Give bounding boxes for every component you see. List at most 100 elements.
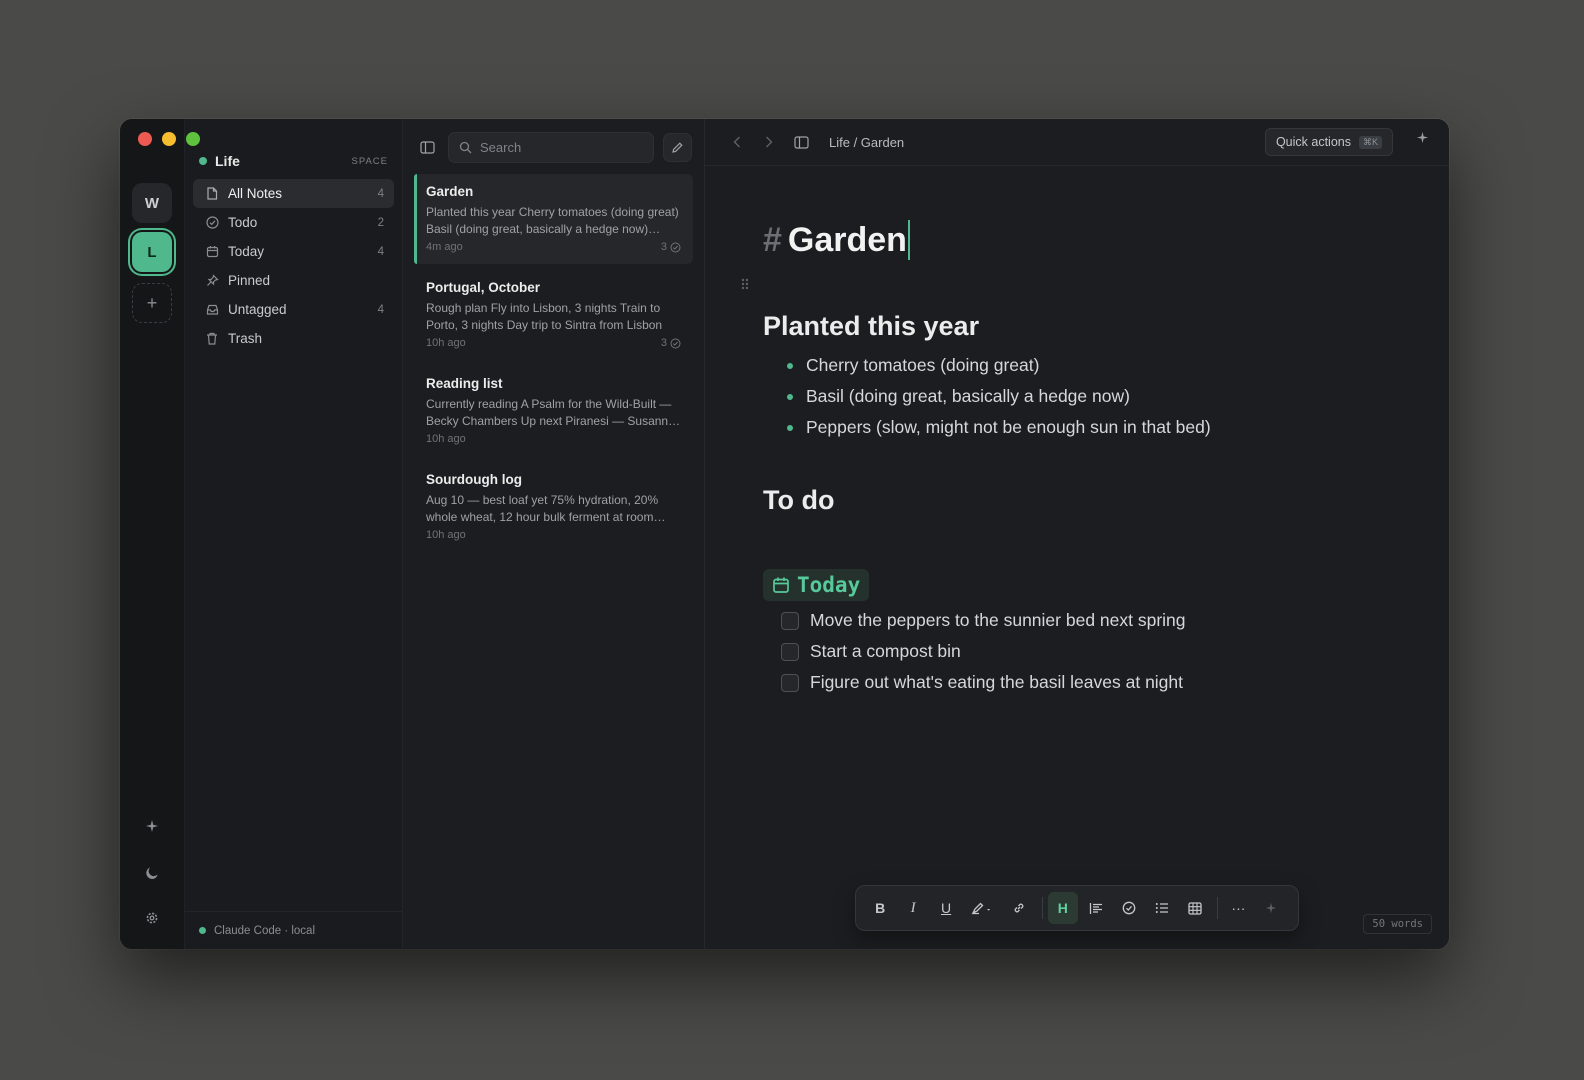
sidebar-item-count: 2 bbox=[377, 216, 384, 229]
sidebar-item-label: Todo bbox=[228, 215, 258, 230]
task-text[interactable]: Figure out what's eating the basil leave… bbox=[810, 672, 1183, 693]
shortcut-hint: ⌘K bbox=[1358, 135, 1382, 149]
new-note-button[interactable] bbox=[663, 132, 692, 162]
sidebar-item-label: Pinned bbox=[228, 273, 271, 288]
task-checkbox[interactable] bbox=[781, 642, 799, 661]
task-item: Move the peppers to the sunnier bed next… bbox=[763, 605, 1409, 636]
task-checkbox[interactable] bbox=[781, 673, 799, 692]
space-button-l[interactable]: L bbox=[132, 232, 172, 272]
note-time: 10h ago bbox=[426, 433, 466, 445]
traffic-lights bbox=[138, 132, 200, 146]
toggle-list-button[interactable] bbox=[789, 130, 813, 154]
section-heading-todo[interactable]: To do bbox=[763, 485, 1409, 516]
calendar-icon bbox=[205, 245, 219, 259]
app-window: W L + Life SPACE All Notes 4 Todo 2 Toda… bbox=[120, 119, 1449, 949]
sidebar-item-today[interactable]: Today 4 bbox=[193, 237, 394, 266]
text-caret bbox=[907, 220, 910, 260]
space-button-w[interactable]: W bbox=[132, 183, 172, 223]
sparkle-icon[interactable] bbox=[142, 816, 162, 836]
note-list-panel: Search Garden Planted this year Cherry t… bbox=[403, 119, 705, 949]
sidebar-item-count: 4 bbox=[377, 187, 384, 200]
gear-icon[interactable] bbox=[142, 908, 162, 928]
heading-button[interactable]: H bbox=[1047, 892, 1078, 924]
document[interactable]: # Garden Planted this year Cherry tomato… bbox=[763, 215, 1409, 698]
space-rail: W L + bbox=[120, 119, 185, 949]
drag-handle-icon[interactable] bbox=[740, 277, 750, 294]
sparkle-icon bbox=[1266, 902, 1277, 914]
connection-status-label: Claude Code · local bbox=[214, 924, 316, 937]
task-button[interactable] bbox=[1113, 892, 1143, 924]
connection-status-dot bbox=[199, 927, 206, 934]
add-space-button[interactable]: + bbox=[132, 283, 172, 323]
task-text[interactable]: Start a compost bin bbox=[810, 641, 961, 662]
note-check-count: 3 bbox=[660, 241, 667, 253]
editor-panel: Life / Garden Quick actions ⌘K # Garden … bbox=[705, 119, 1449, 949]
task-item: Figure out what's eating the basil leave… bbox=[763, 667, 1409, 698]
table-button[interactable] bbox=[1179, 892, 1209, 924]
back-button[interactable] bbox=[725, 130, 749, 154]
chevron-right-icon bbox=[766, 136, 773, 148]
sidebar-item-label: Untagged bbox=[228, 302, 287, 317]
table-icon bbox=[1187, 901, 1202, 915]
sparkle-icon bbox=[1416, 131, 1429, 144]
note-preview: Currently reading A Psalm for the Wild-B… bbox=[426, 397, 675, 428]
ai-assist-button[interactable] bbox=[1256, 892, 1286, 924]
bullet-list-button[interactable] bbox=[1146, 892, 1176, 924]
sidebar-item-all-notes[interactable]: All Notes 4 bbox=[193, 179, 394, 208]
note-time: 10h ago bbox=[426, 529, 466, 541]
sidebar-item-todo[interactable]: Todo 2 bbox=[193, 208, 394, 237]
note-item-reading-list[interactable]: Reading list Currently reading A Psalm f… bbox=[414, 366, 693, 456]
note-item-portugal[interactable]: Portugal, October Rough plan Fly into Li… bbox=[414, 270, 693, 360]
bullet-item[interactable]: Peppers (slow, might not be enough sun i… bbox=[763, 412, 1409, 443]
task-text[interactable]: Move the peppers to the sunnier bed next… bbox=[810, 610, 1186, 631]
bullet-list: Cherry tomatoes (doing great) Basil (doi… bbox=[763, 350, 1409, 443]
chevron-left-icon bbox=[733, 136, 740, 148]
link-icon bbox=[1014, 903, 1024, 913]
section-heading-planted[interactable]: Planted this year bbox=[763, 311, 1409, 342]
note-title: Reading list bbox=[426, 376, 503, 391]
align-button[interactable] bbox=[1080, 892, 1110, 924]
quick-actions-label: Quick actions bbox=[1275, 135, 1351, 149]
panel-icon bbox=[793, 135, 809, 149]
toggle-sidebar-button[interactable] bbox=[413, 133, 441, 161]
link-button[interactable] bbox=[1004, 892, 1034, 924]
space-header[interactable]: Life SPACE bbox=[199, 153, 388, 169]
sidebar-footer: Claude Code · local bbox=[185, 911, 402, 949]
italic-button[interactable]: I bbox=[898, 892, 928, 924]
space-name: Life bbox=[215, 153, 240, 169]
space-tag: SPACE bbox=[351, 155, 388, 167]
note-title: Garden bbox=[426, 184, 474, 199]
search-input[interactable]: Search bbox=[448, 131, 654, 163]
sidebar-item-trash[interactable]: Trash bbox=[193, 324, 394, 353]
bullet-item[interactable]: Cherry tomatoes (doing great) bbox=[763, 350, 1409, 381]
document-title[interactable]: # Garden bbox=[763, 215, 1409, 265]
check-circle-icon bbox=[1122, 901, 1135, 915]
editor-topbar: Life / Garden Quick actions ⌘K bbox=[705, 119, 1449, 166]
note-time: 4m ago bbox=[426, 241, 463, 253]
underline-button[interactable]: U bbox=[931, 892, 961, 924]
sidebar-item-pinned[interactable]: Pinned bbox=[193, 266, 394, 295]
zoom-button[interactable] bbox=[186, 132, 200, 146]
highlight-button[interactable] bbox=[964, 892, 1001, 924]
note-preview: Planted this year Cherry tomatoes (doing… bbox=[426, 205, 679, 236]
quick-actions-button[interactable]: Quick actions ⌘K bbox=[1264, 128, 1393, 156]
task-checkbox[interactable] bbox=[781, 611, 799, 630]
minimize-button[interactable] bbox=[162, 132, 176, 146]
date-chip-today[interactable]: Today bbox=[763, 569, 870, 601]
toolbar-separator bbox=[1041, 897, 1043, 919]
close-button[interactable] bbox=[138, 132, 152, 146]
bold-button[interactable]: B bbox=[865, 892, 895, 924]
moon-icon[interactable] bbox=[142, 863, 162, 883]
breadcrumb[interactable]: Life / Garden bbox=[829, 135, 904, 150]
note-item-sourdough-log[interactable]: Sourdough log Aug 10 — best loaf yet 75%… bbox=[414, 462, 693, 552]
ai-sparkle-button[interactable] bbox=[1416, 131, 1429, 147]
inbox-icon bbox=[205, 303, 219, 317]
more-options-button[interactable]: ··· bbox=[1223, 892, 1253, 924]
search-icon bbox=[459, 141, 472, 153]
sidebar: Life SPACE All Notes 4 Todo 2 Today 4 Pi… bbox=[185, 119, 403, 949]
note-item-garden[interactable]: Garden Planted this year Cherry tomatoes… bbox=[414, 174, 693, 264]
trash-icon bbox=[205, 332, 219, 346]
sidebar-item-untagged[interactable]: Untagged 4 bbox=[193, 295, 394, 324]
bullet-item[interactable]: Basil (doing great, basically a hedge no… bbox=[763, 381, 1409, 412]
forward-button[interactable] bbox=[757, 130, 781, 154]
